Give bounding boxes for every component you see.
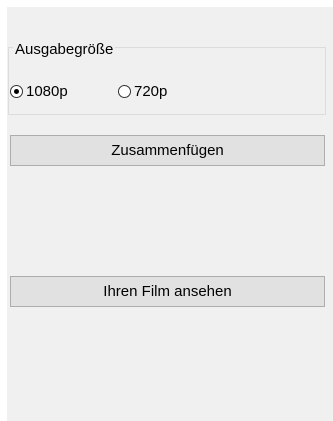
- watch-film-button[interactable]: Ihren Film ansehen: [10, 276, 325, 307]
- radio-720p[interactable]: 720p: [118, 84, 167, 99]
- radio-selected-dot: [14, 89, 19, 94]
- radio-1080p[interactable]: 1080p: [10, 84, 68, 99]
- radio-720p-label: 720p: [134, 83, 168, 100]
- main-panel: Ausgabegröße 1080p 720p Zusammenfügen Ih…: [7, 7, 333, 421]
- radio-1080p-label: 1080p: [26, 83, 68, 100]
- radio-1080p-circle[interactable]: [10, 85, 23, 98]
- radio-720p-circle[interactable]: [118, 85, 131, 98]
- output-size-label: Ausgabegröße: [13, 41, 116, 58]
- merge-button[interactable]: Zusammenfügen: [10, 135, 325, 166]
